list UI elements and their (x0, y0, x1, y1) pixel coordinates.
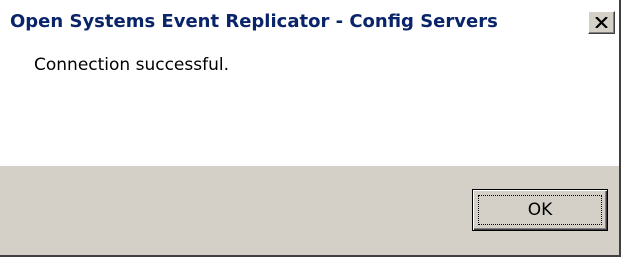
ok-button[interactable]: OK (472, 189, 608, 231)
message-dialog: Open Systems Event Replicator - Config S… (0, 0, 621, 257)
close-icon (595, 17, 608, 28)
ok-button-label: OK (527, 200, 553, 220)
window-title: Open Systems Event Replicator - Config S… (10, 11, 498, 32)
title-bar[interactable]: Open Systems Event Replicator - Config S… (0, 0, 619, 42)
close-button[interactable] (588, 11, 615, 34)
message-text: Connection successful. (34, 55, 229, 75)
button-bar: OK (0, 166, 619, 255)
